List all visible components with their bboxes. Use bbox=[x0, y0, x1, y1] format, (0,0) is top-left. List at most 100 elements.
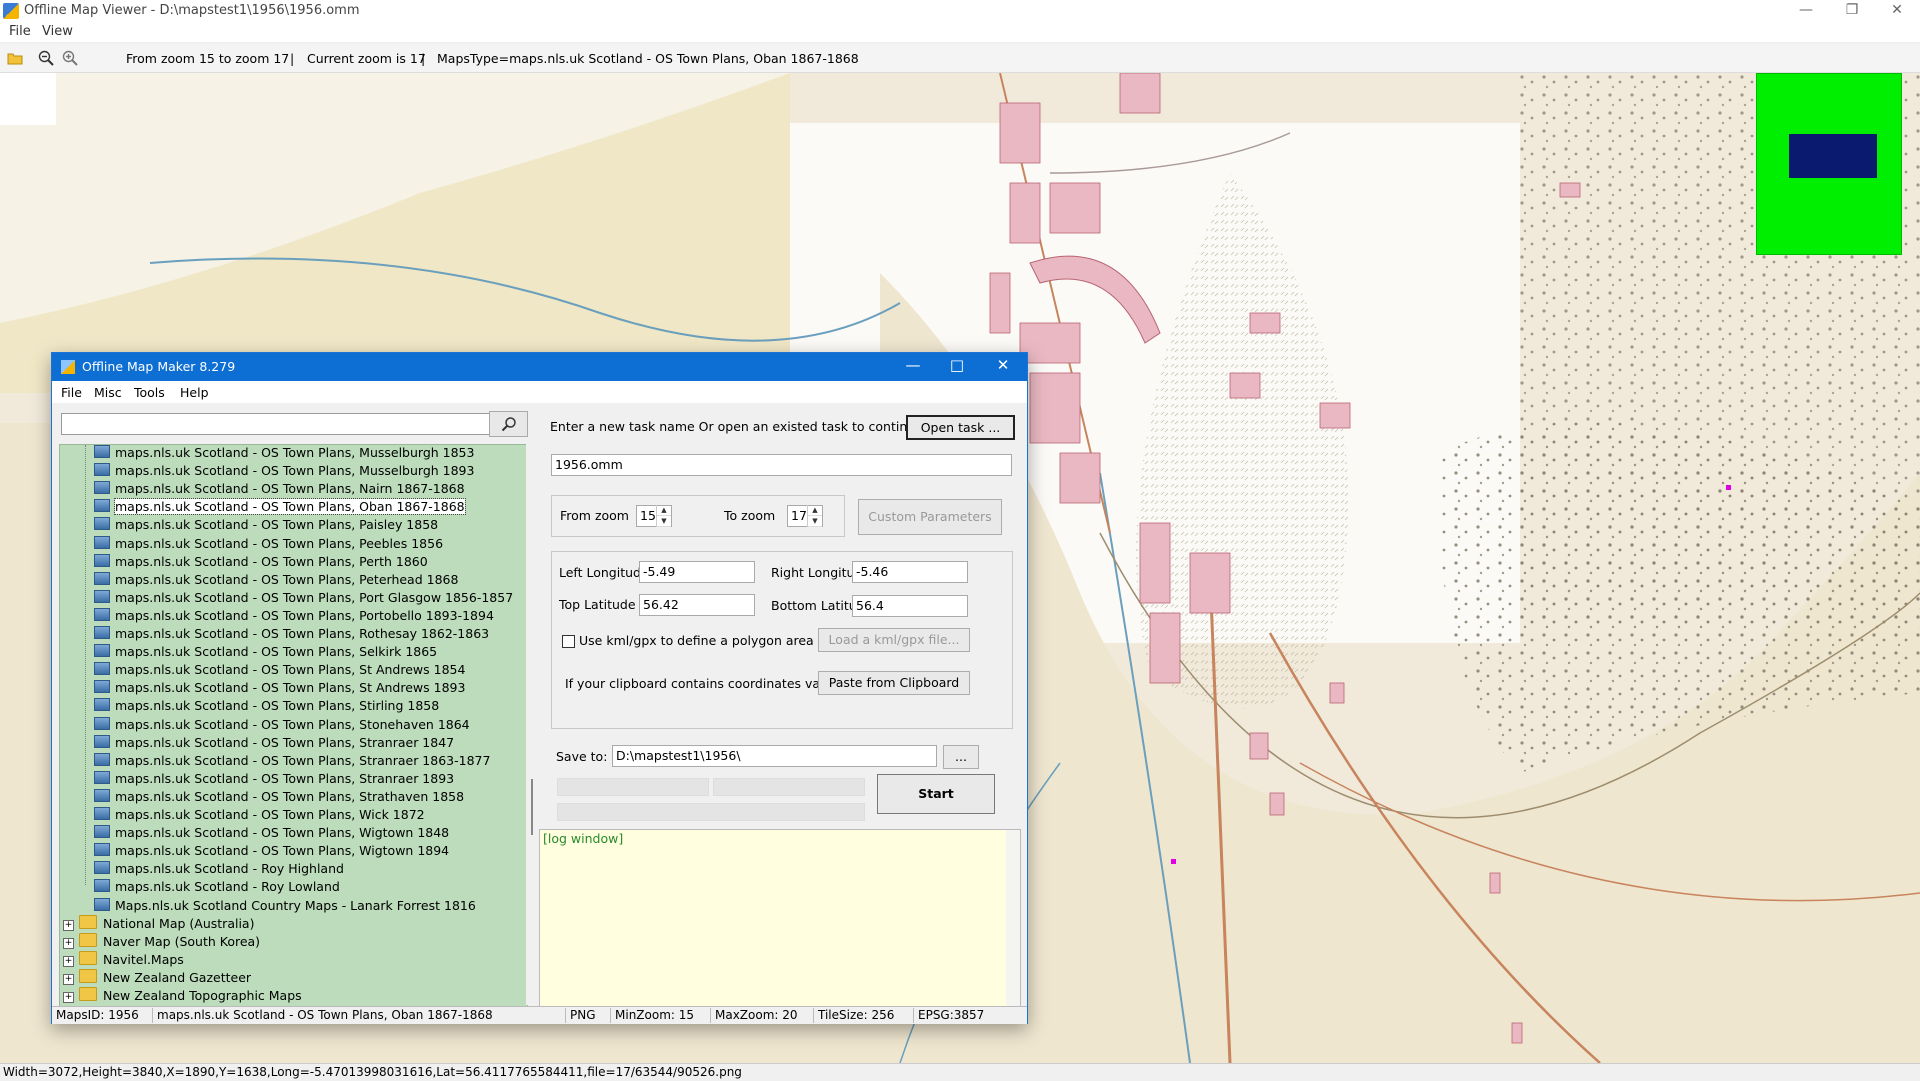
map-layer-icon bbox=[94, 698, 110, 712]
expand-icon[interactable]: + bbox=[63, 955, 74, 967]
dialog-menu-help[interactable]: Help bbox=[180, 385, 209, 400]
from-zoom-spinner[interactable]: ▲ ▼ bbox=[656, 505, 671, 527]
viewer-toolbar: From zoom 15 to zoom 17 | Current zoom i… bbox=[0, 44, 1920, 73]
open-folder-icon[interactable] bbox=[6, 49, 24, 67]
tree-folder-item[interactable]: + Navitel.Maps bbox=[63, 950, 184, 969]
tree-map-item[interactable]: maps.nls.uk Scotland - OS Town Plans, Mu… bbox=[94, 462, 474, 480]
close-icon[interactable]: ✕ bbox=[1874, 0, 1920, 22]
tree-map-item[interactable]: maps.nls.uk Scotland - OS Town Plans, Po… bbox=[94, 607, 494, 625]
tree-map-item-label: maps.nls.uk Scotland - OS Town Plans, St… bbox=[115, 680, 466, 696]
status-max-zoom: MaxZoom: 20 bbox=[710, 1008, 798, 1023]
tree-map-item[interactable]: maps.nls.uk Scotland - OS Town Plans, St… bbox=[94, 770, 454, 788]
map-layer-icon bbox=[94, 517, 110, 531]
tree-map-item-label: maps.nls.uk Scotland - OS Town Plans, St… bbox=[115, 698, 440, 714]
browse-button[interactable]: ... bbox=[943, 745, 979, 769]
progress-bar-2 bbox=[713, 778, 865, 796]
zoom-in-icon[interactable] bbox=[61, 49, 79, 67]
tree-map-item[interactable]: maps.nls.uk Scotland - OS Town Plans, Wi… bbox=[94, 842, 449, 860]
map-layer-icon bbox=[94, 770, 110, 784]
minimize-icon[interactable]: — bbox=[1783, 0, 1829, 22]
tree-map-item[interactable]: maps.nls.uk Scotland - OS Town Plans, St… bbox=[94, 661, 465, 679]
to-zoom-spinner[interactable]: ▲ ▼ bbox=[807, 505, 822, 527]
paste-clipboard-button[interactable]: Paste from Clipboard bbox=[818, 671, 970, 695]
tree-map-item[interactable]: maps.nls.uk Scotland - OS Town Plans, St… bbox=[94, 679, 465, 697]
open-task-button[interactable]: Open task ... bbox=[906, 415, 1015, 440]
menu-view[interactable]: View bbox=[42, 24, 73, 39]
dialog-close-icon[interactable]: ✕ bbox=[981, 356, 1025, 374]
tree-map-item[interactable]: maps.nls.uk Scotland - OS Town Plans, St… bbox=[94, 752, 490, 770]
kml-checkbox-label: Use kml/gpx to define a polygon area bbox=[579, 633, 814, 648]
tree-map-item[interactable]: maps.nls.uk Scotland - OS Town Plans, Pe… bbox=[94, 571, 458, 589]
status-format: PNG bbox=[565, 1008, 596, 1023]
tree-map-item[interactable]: maps.nls.uk Scotland - OS Town Plans, Pe… bbox=[94, 535, 443, 553]
tree-folder-item[interactable]: + New Zealand Gazetteer bbox=[63, 968, 251, 987]
map-search-input[interactable] bbox=[61, 413, 493, 435]
tree-folder-item[interactable]: + National Map (Australia) bbox=[63, 914, 254, 933]
start-button[interactable]: Start bbox=[877, 774, 995, 814]
tree-map-item-label: maps.nls.uk Scotland - OS Town Plans, Ro… bbox=[115, 626, 490, 641]
tree-map-item[interactable]: maps.nls.uk Scotland - OS Town Plans, St… bbox=[94, 716, 470, 734]
tree-map-item[interactable]: maps.nls.uk Scotland - OS Town Plans, Mu… bbox=[94, 445, 474, 462]
from-zoom-label: From zoom bbox=[560, 508, 629, 523]
log-scrollbar[interactable] bbox=[1006, 830, 1020, 1006]
tree-map-item[interactable]: maps.nls.uk Scotland - OS Town Plans, Wi… bbox=[94, 824, 449, 842]
tree-map-item-label: maps.nls.uk Scotland - OS Town Plans, Wi… bbox=[115, 825, 450, 841]
right-longitude-input[interactable]: -5.46 bbox=[852, 561, 968, 583]
log-window[interactable]: [log window] bbox=[539, 829, 1021, 1007]
status-map-name: maps.nls.uk Scotland - OS Town Plans, Ob… bbox=[152, 1008, 493, 1023]
navigator-viewport[interactable] bbox=[1789, 134, 1877, 178]
zoom-range-text: From zoom 15 to zoom 17 bbox=[126, 51, 290, 66]
map-type-tree[interactable]: maps.nls.uk Scotland - OS Town Plans, Mu… bbox=[59, 444, 528, 1007]
tree-map-item[interactable]: maps.nls.uk Scotland - OS Town Plans, St… bbox=[94, 697, 439, 715]
tree-map-item-label: Maps.nls.uk Scotland Country Maps - Lana… bbox=[115, 897, 476, 913]
folder-icon bbox=[79, 987, 97, 1001]
map-layer-icon bbox=[94, 662, 110, 676]
save-path-input[interactable]: D:\mapstest1\1956\ bbox=[612, 745, 937, 767]
expand-icon[interactable]: + bbox=[63, 919, 74, 931]
tree-map-item[interactable]: maps.nls.uk Scotland - OS Town Plans, Pa… bbox=[94, 516, 438, 534]
tree-map-item[interactable]: maps.nls.uk Scotland - OS Town Plans, Wi… bbox=[94, 806, 425, 824]
map-layer-icon bbox=[94, 734, 110, 748]
tree-map-item[interactable]: maps.nls.uk Scotland - OS Town Plans, St… bbox=[94, 788, 464, 806]
left-longitude-input[interactable]: -5.49 bbox=[639, 561, 755, 583]
menu-file[interactable]: File bbox=[9, 24, 31, 39]
maximize-icon[interactable]: ❐ bbox=[1829, 0, 1875, 22]
tree-map-item[interactable]: maps.nls.uk Scotland - OS Town Plans, Se… bbox=[94, 643, 437, 661]
dialog-minimize-icon[interactable]: — bbox=[891, 356, 935, 374]
tree-scroll-thumb[interactable] bbox=[531, 779, 533, 835]
expand-icon[interactable]: + bbox=[63, 992, 74, 1003]
custom-parameters-button[interactable]: Custom Parameters bbox=[858, 499, 1002, 535]
tree-map-item[interactable]: maps.nls.uk Scotland - OS Town Plans, Ro… bbox=[94, 625, 489, 643]
bottom-latitude-input[interactable]: 56.4 bbox=[852, 595, 968, 617]
expand-icon[interactable]: + bbox=[63, 937, 74, 949]
tree-map-item[interactable]: maps.nls.uk Scotland - Roy Lowland bbox=[94, 878, 340, 896]
tree-scrollbar[interactable] bbox=[526, 444, 538, 1005]
tree-map-item[interactable]: maps.nls.uk Scotland - Roy Highland bbox=[94, 860, 344, 878]
load-kml-button[interactable]: Load a kml/gpx file... bbox=[818, 628, 970, 652]
folder-icon bbox=[79, 932, 97, 947]
tree-folder-item[interactable]: + New Zealand Topographic Maps bbox=[63, 987, 302, 1005]
map-navigator[interactable] bbox=[1756, 73, 1902, 255]
task-name-input[interactable]: 1956.omm bbox=[551, 454, 1012, 476]
dialog-menu-misc[interactable]: Misc bbox=[94, 385, 122, 400]
tree-map-item[interactable]: maps.nls.uk Scotland - OS Town Plans, Na… bbox=[94, 480, 465, 498]
dialog-maximize-icon[interactable]: □ bbox=[935, 356, 979, 374]
dialog-menu-file[interactable]: File bbox=[61, 385, 82, 400]
map-layer-icon bbox=[94, 807, 110, 820]
log-window-label: [log window] bbox=[543, 831, 624, 846]
expand-icon[interactable]: + bbox=[63, 973, 74, 985]
tree-map-item[interactable]: Maps.nls.uk Scotland Country Maps - Lana… bbox=[94, 897, 476, 915]
kml-checkbox[interactable] bbox=[562, 635, 575, 648]
maps-type-text: MapsType=maps.nls.uk Scotland - OS Town … bbox=[437, 51, 859, 66]
search-button[interactable] bbox=[489, 411, 528, 437]
tree-map-item[interactable]: maps.nls.uk Scotland - OS Town Plans, Ob… bbox=[94, 498, 466, 516]
tree-map-item-label: maps.nls.uk Scotland - OS Town Plans, Pa… bbox=[115, 517, 439, 533]
to-zoom-label: To zoom bbox=[724, 508, 776, 523]
zoom-out-icon[interactable] bbox=[37, 49, 55, 67]
tree-folder-item[interactable]: + Naver Map (South Korea) bbox=[63, 932, 260, 951]
tree-map-item[interactable]: maps.nls.uk Scotland - OS Town Plans, Po… bbox=[94, 589, 513, 607]
tree-map-item[interactable]: maps.nls.uk Scotland - OS Town Plans, Pe… bbox=[94, 553, 428, 571]
dialog-menu-tools[interactable]: Tools bbox=[134, 385, 165, 400]
tree-map-item[interactable]: maps.nls.uk Scotland - OS Town Plans, St… bbox=[94, 734, 454, 752]
top-latitude-input[interactable]: 56.42 bbox=[639, 594, 755, 616]
